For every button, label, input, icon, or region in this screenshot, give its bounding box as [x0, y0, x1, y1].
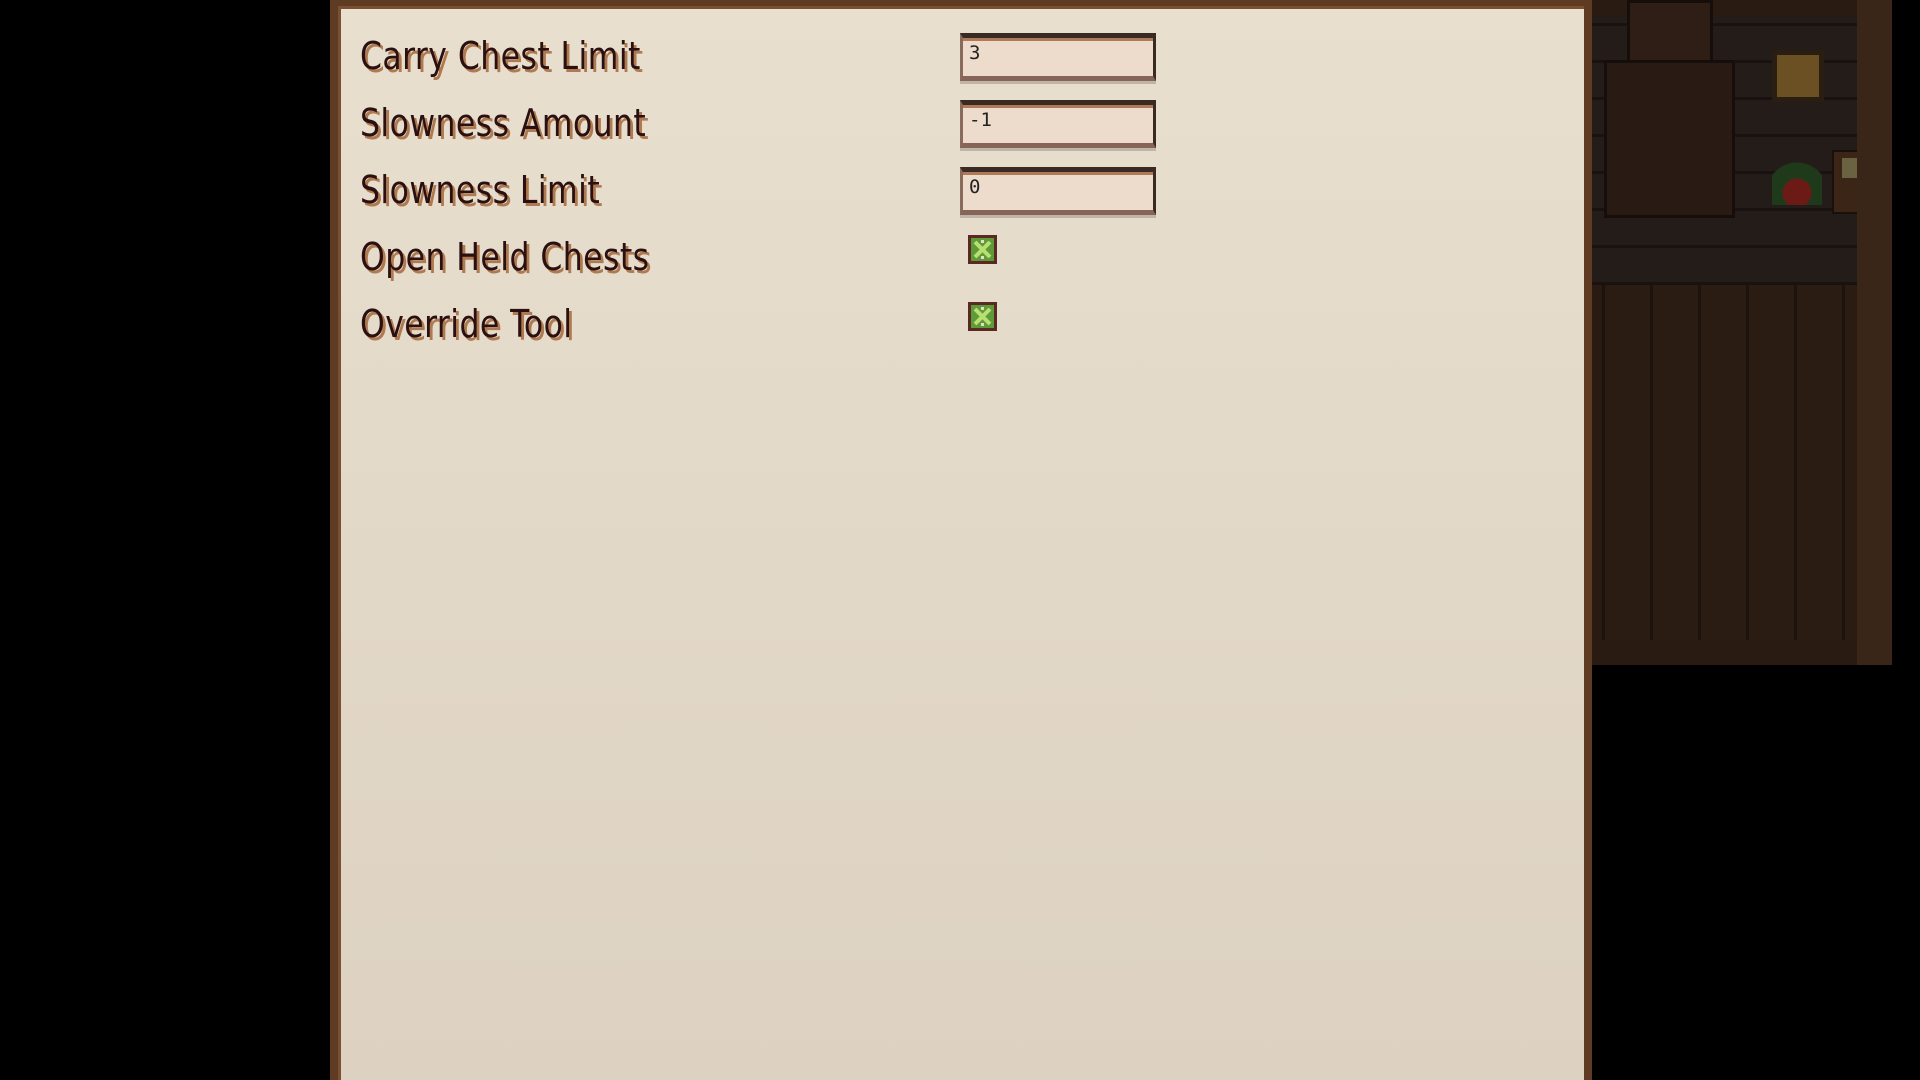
setting-label: Carry Chest Limit — [360, 34, 641, 78]
carry-chest-limit-input[interactable]: 3 — [960, 33, 1156, 81]
room-floor — [1602, 285, 1857, 640]
setting-label: Slowness Limit — [360, 168, 601, 212]
setting-label: Open Held Chests — [360, 235, 650, 279]
game-background-room — [1592, 0, 1892, 665]
room-wall-edge — [1857, 0, 1892, 665]
setting-row-carry-chest-limit: Carry Chest Limit — [360, 26, 665, 86]
setting-row-open-held-chests: Open Held Chests — [360, 227, 675, 287]
setting-label: Override Tool — [360, 302, 573, 346]
setting-label: Slowness Amount — [360, 101, 647, 145]
mod-config-panel: Carry Chest Limit 3 Slowness Amount -1 S… — [330, 0, 1592, 1080]
potted-plant — [1772, 145, 1822, 205]
checkmark-x-icon — [973, 307, 992, 326]
checkmark-x-icon — [973, 240, 992, 259]
slowness-limit-input[interactable]: 0 — [960, 167, 1156, 215]
setting-row-override-tool: Override Tool — [360, 294, 591, 354]
slowness-amount-input[interactable]: -1 — [960, 100, 1156, 148]
wall-picture — [1772, 50, 1824, 102]
override-tool-checkbox[interactable] — [968, 302, 997, 331]
open-held-chests-checkbox[interactable] — [968, 235, 997, 264]
setting-row-slowness-limit: Slowness Limit — [360, 160, 621, 220]
fireplace — [1604, 60, 1735, 218]
setting-row-slowness-amount: Slowness Amount — [360, 93, 671, 153]
